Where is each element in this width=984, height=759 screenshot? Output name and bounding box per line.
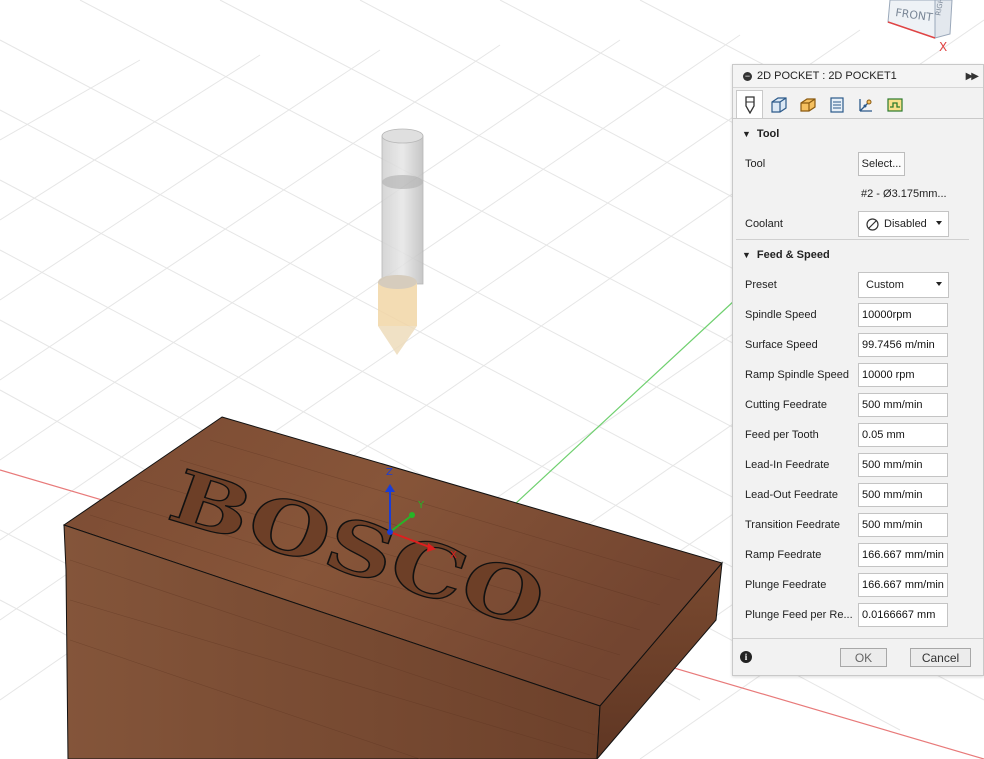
surface-speed-input[interactable] — [858, 333, 948, 357]
passes-tab[interactable] — [823, 92, 850, 118]
coolant-value: Disabled — [884, 218, 927, 230]
tool-icon — [744, 95, 755, 114]
disabled-icon — [866, 217, 879, 231]
collapse-icon[interactable]: − — [743, 71, 752, 81]
field-row-ramp-feedrate: Ramp Feedrate — [733, 540, 983, 570]
linking-icon — [858, 99, 872, 112]
axis-y-label: Y — [417, 500, 425, 511]
field-label: Transition Feedrate — [745, 519, 840, 531]
plunge-feed-per-rev-input[interactable] — [858, 603, 948, 627]
operation-dialog: − 2D POCKET : 2D POCKET1 ▶▶ ▼ Tool Tool … — [732, 64, 984, 676]
cutting-feedrate-input[interactable] — [858, 393, 948, 417]
plunge-feedrate-input[interactable] — [858, 573, 948, 597]
tool-label: Tool — [745, 158, 766, 170]
dialog-footer: i OK Cancel — [733, 638, 983, 675]
section-collapse-icon: ▼ — [742, 129, 751, 139]
preset-label: Preset — [745, 279, 777, 291]
simulation-icon — [886, 98, 903, 112]
view-cube-x-label: X — [939, 40, 947, 54]
coolant-select[interactable]: Disabled — [858, 211, 949, 237]
info-icon[interactable]: i — [740, 651, 752, 663]
spindle-speed-input[interactable] — [858, 303, 948, 327]
field-label: Ramp Spindle Speed — [745, 369, 849, 381]
field-row-plunge-feed-per-rev: Plunge Feed per Re... — [733, 600, 983, 630]
expand-icon[interactable]: ▶▶ — [966, 71, 979, 82]
field-row-ramp-spindle-speed: Ramp Spindle Speed — [733, 360, 983, 390]
field-label: Cutting Feedrate — [745, 399, 827, 411]
field-row-lead-in-feedrate: Lead-In Feedrate — [733, 450, 983, 480]
passes-icon — [829, 97, 844, 113]
feed-speed-section-header[interactable]: ▼ Feed & Speed — [733, 240, 983, 270]
field-label: Feed per Tooth — [745, 429, 819, 441]
preset-select[interactable]: Custom — [858, 272, 949, 298]
section-collapse-icon: ▼ — [742, 250, 751, 260]
simulation-tab[interactable] — [881, 92, 908, 118]
select-tool-button[interactable]: Select... — [858, 152, 905, 176]
lead-out-feedrate-input[interactable] — [858, 483, 948, 507]
field-label: Plunge Feedrate — [745, 579, 827, 591]
tool-section-header[interactable]: ▼ Tool — [733, 119, 983, 149]
view-cube[interactable]: FRONT RIGHT X — [887, 0, 953, 54]
ramp-spindle-speed-input[interactable] — [858, 363, 948, 387]
geometry-tab[interactable] — [765, 92, 792, 118]
chevron-down-icon — [936, 221, 942, 225]
axis-z-label: Z — [386, 467, 393, 478]
tool-tab[interactable] — [736, 90, 763, 118]
geometry-icon — [770, 97, 787, 113]
cutting-tool[interactable] — [378, 128, 424, 355]
field-label: Lead-Out Feedrate — [745, 489, 838, 501]
field-row-spindle-speed: Spindle Speed — [733, 300, 983, 330]
dialog-titlebar[interactable]: − 2D POCKET : 2D POCKET1 ▶▶ — [733, 65, 983, 88]
coolant-row: Coolant Disabled — [733, 209, 983, 239]
linking-tab[interactable] — [852, 92, 879, 118]
tool-row: Tool Select... — [733, 149, 983, 179]
dialog-title: 2D POCKET : 2D POCKET1 — [757, 70, 897, 82]
wood-block[interactable]: BOSCO — [62, 416, 723, 759]
lead-in-feedrate-input[interactable] — [858, 453, 948, 477]
axis-x-label: X — [450, 550, 457, 561]
field-row-plunge-feedrate: Plunge Feedrate — [733, 570, 983, 600]
field-label: Ramp Feedrate — [745, 549, 822, 561]
field-row-transition-feedrate: Transition Feedrate — [733, 510, 983, 540]
cancel-button[interactable]: Cancel — [910, 648, 971, 667]
heights-tab[interactable] — [794, 92, 821, 118]
heights-icon — [799, 98, 816, 112]
ok-button[interactable]: OK — [840, 648, 887, 667]
field-row-surface-speed: Surface Speed — [733, 330, 983, 360]
tool-name: #2 - Ø3.175mm... — [861, 188, 947, 200]
chevron-down-icon — [936, 282, 942, 286]
transition-feedrate-input[interactable] — [858, 513, 948, 537]
field-label: Lead-In Feedrate — [745, 459, 830, 471]
field-row-cutting-feedrate: Cutting Feedrate — [733, 390, 983, 420]
field-label: Plunge Feed per Re... — [745, 609, 853, 621]
field-label: Surface Speed — [745, 339, 818, 351]
ramp-feedrate-input[interactable] — [858, 543, 948, 567]
feed-per-tooth-input[interactable] — [858, 423, 948, 447]
tool-section-title: Tool — [756, 128, 780, 140]
tool-name-row: #2 - Ø3.175mm... — [733, 179, 983, 209]
feed-speed-section-title: Feed & Speed — [756, 249, 830, 261]
preset-value: Custom — [866, 279, 904, 291]
field-row-feed-per-tooth: Feed per Tooth — [733, 420, 983, 450]
preset-row: Preset Custom — [733, 270, 983, 300]
field-row-lead-out-feedrate: Lead-Out Feedrate — [733, 480, 983, 510]
field-label: Spindle Speed — [745, 309, 817, 321]
coolant-label: Coolant — [745, 218, 783, 230]
dialog-tabs — [733, 88, 983, 119]
